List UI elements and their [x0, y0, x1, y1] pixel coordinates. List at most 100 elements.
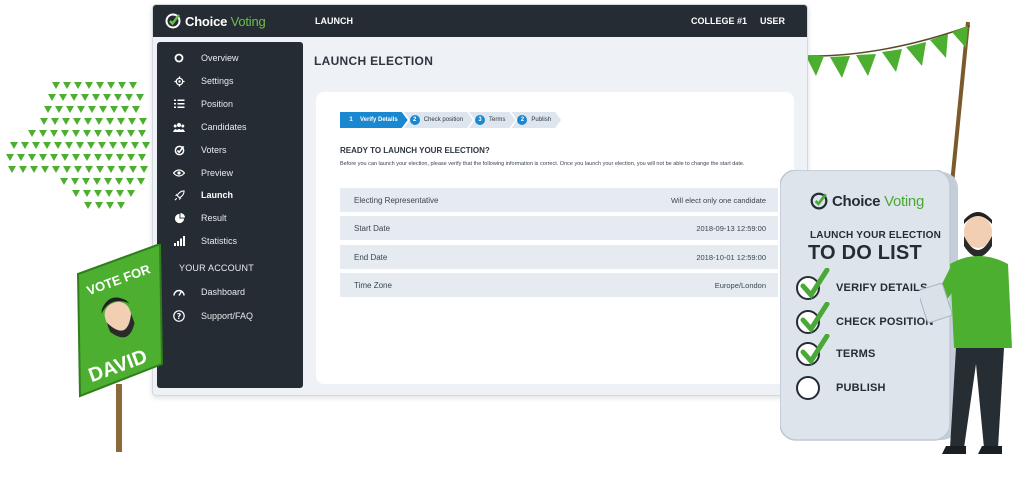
triangle-mark	[55, 106, 63, 113]
triangle-mark	[8, 166, 16, 173]
triangle-mark	[105, 190, 113, 197]
sidebar-item-label: Dashboard	[201, 287, 246, 297]
info-value: Will elect only one candidate	[670, 195, 766, 205]
sidebar-item-label: Statistics	[201, 236, 238, 246]
info-row-end-date: End Date 2018-10-01 12:59:00	[340, 245, 778, 269]
triangle-mark	[21, 142, 29, 149]
pie-chart-icon	[171, 211, 187, 225]
triangle-mark	[107, 166, 115, 173]
sidebar-item-label: Candidates	[201, 122, 247, 132]
triangle-mark	[59, 94, 67, 101]
triangle-mark	[88, 106, 96, 113]
triangle-mark	[83, 130, 91, 137]
triangle-mark	[139, 118, 147, 125]
brand-logo[interactable]: Choice Voting	[165, 13, 266, 29]
triangle-mark	[87, 142, 95, 149]
sidebar-item-label: Launch	[201, 190, 234, 200]
sidebar-item-statistics[interactable]: Statistics	[157, 231, 303, 251]
info-value: 2018-09-13 12:59:00	[696, 223, 766, 233]
triangle-mark	[136, 94, 144, 101]
triangle-mark	[116, 190, 124, 197]
triangle-mark	[63, 82, 71, 89]
clipboard-title: TO DO LIST	[808, 242, 922, 264]
step-publish[interactable]: 2 Publish	[511, 112, 561, 128]
triangle-mark	[106, 118, 114, 125]
triangle-mark	[95, 118, 103, 125]
triangle-mark	[73, 118, 81, 125]
sidebar-item-dashboard[interactable]: Dashboard	[157, 282, 303, 302]
clipboard-brand: Choice Voting	[810, 192, 924, 210]
triangle-mark	[94, 190, 102, 197]
triangle-pattern-decoration	[6, 82, 150, 209]
triangle-mark	[74, 166, 82, 173]
triangle-mark	[95, 202, 103, 209]
gauge-icon	[171, 285, 187, 299]
sidebar-item-voters[interactable]: Voters	[157, 140, 303, 160]
triangle-mark	[6, 154, 14, 161]
brand-name-part2: Voting	[230, 13, 266, 29]
page-title: LAUNCH ELECTION	[314, 54, 434, 68]
sidebar-item-overview[interactable]: Overview	[157, 48, 303, 68]
triangle-mark	[96, 166, 104, 173]
gear-icon	[171, 74, 187, 88]
triangle-mark	[118, 82, 126, 89]
triangle-mark	[96, 82, 104, 89]
user-menu[interactable]: USER	[760, 16, 785, 26]
triangle-mark	[76, 142, 84, 149]
check-logo-icon	[171, 143, 187, 157]
brand-name-part1: Choice	[832, 192, 881, 210]
circle-icon	[171, 51, 187, 65]
sidebar-item-result[interactable]: Result	[157, 208, 303, 228]
triangle-mark	[84, 202, 92, 209]
college-selector[interactable]: COLLEGE #1	[691, 16, 747, 26]
triangle-mark	[28, 154, 36, 161]
sidebar-item-candidates[interactable]: Candidates	[157, 117, 303, 137]
step-progress: 1 Verify Details 2 Check position 3 Terms 2…	[340, 112, 557, 128]
triangle-mark	[131, 142, 139, 149]
triangle-mark	[126, 178, 134, 185]
triangle-mark	[62, 118, 70, 125]
triangle-mark	[66, 106, 74, 113]
triangle-mark	[127, 130, 135, 137]
step-terms[interactable]: 3 Terms	[469, 112, 515, 128]
people-icon	[171, 120, 187, 134]
triangle-mark	[40, 118, 48, 125]
triangle-mark	[138, 130, 146, 137]
triangle-mark	[129, 82, 137, 89]
triangle-mark	[81, 94, 89, 101]
sidebar-item-preview[interactable]: Preview	[157, 163, 303, 183]
sidebar-item-launch[interactable]: Launch	[157, 185, 303, 205]
triangle-mark	[52, 82, 60, 89]
info-row-electing: Electing Representative Will elect only …	[340, 188, 778, 212]
triangle-mark	[93, 178, 101, 185]
triangle-mark	[77, 106, 85, 113]
sidebar-item-settings[interactable]: Settings	[157, 71, 303, 91]
info-key: Time Zone	[354, 280, 392, 290]
ready-description: Before you can launch your election, ple…	[340, 161, 745, 167]
info-value: Europe/London	[714, 280, 766, 290]
info-row-time-zone: Time Zone Europe/London	[340, 273, 778, 297]
eye-icon	[171, 166, 187, 180]
sidebar-item-position[interactable]: Position	[157, 94, 303, 114]
info-key: Electing Representative	[354, 195, 439, 205]
triangle-mark	[116, 154, 124, 161]
triangle-mark	[72, 154, 80, 161]
person-illustration	[920, 212, 1012, 454]
sidebar-item-label: Overview	[201, 53, 239, 63]
triangle-mark	[115, 178, 123, 185]
triangle-mark	[138, 154, 146, 161]
triangle-mark	[61, 154, 69, 161]
step-check-position[interactable]: 2 Check position	[404, 112, 473, 128]
triangle-mark	[30, 166, 38, 173]
triangle-mark	[85, 82, 93, 89]
ready-heading: READY TO LAUNCH YOUR ELECTION?	[340, 146, 490, 155]
sidebar-item-support[interactable]: ? Support/FAQ	[157, 306, 303, 326]
triangle-mark	[85, 166, 93, 173]
choice-voting-logo-icon	[165, 13, 181, 29]
step-verify-details[interactable]: 1 Verify Details	[340, 112, 408, 128]
triangle-mark	[60, 178, 68, 185]
triangle-mark	[32, 142, 40, 149]
svg-text:?: ?	[177, 312, 182, 321]
check-icon	[800, 302, 830, 334]
triangle-mark	[107, 82, 115, 89]
